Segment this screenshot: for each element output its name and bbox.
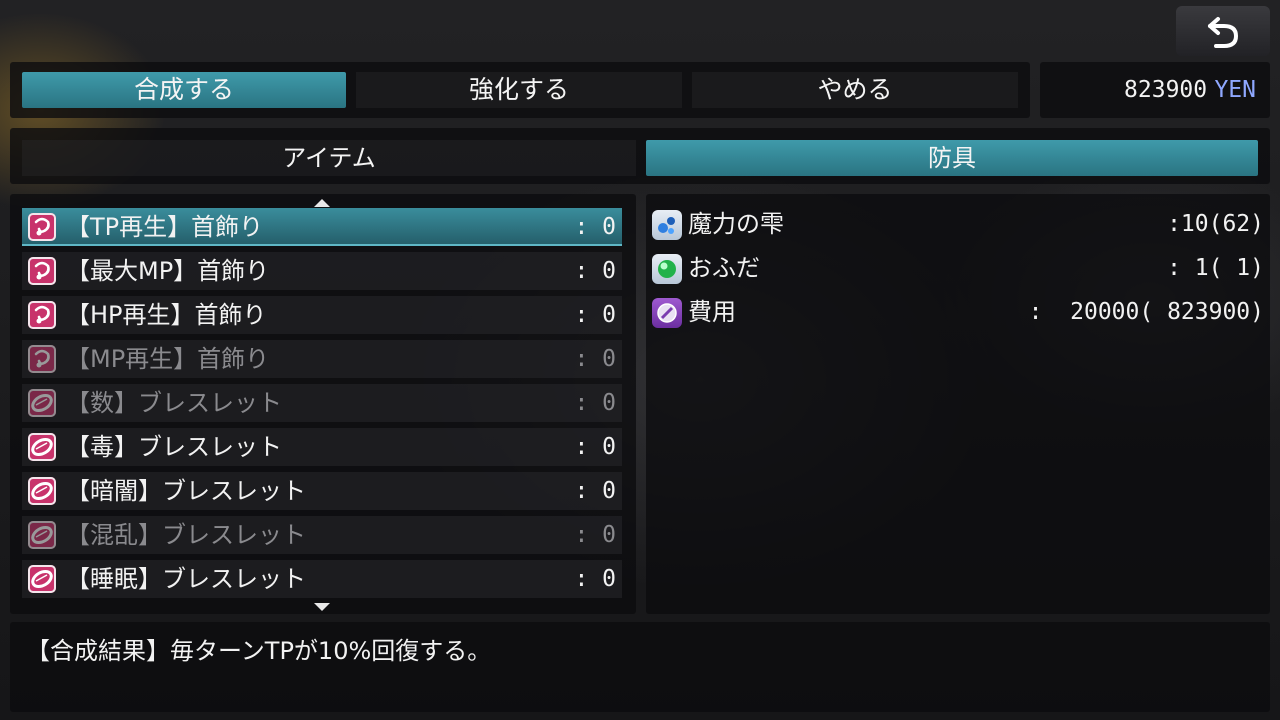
tab-armor[interactable]: 防具	[646, 140, 1258, 176]
item-name: 【毒】ブレスレット	[66, 433, 282, 461]
list-item[interactable]: 【暗闇】ブレスレット : 0	[22, 472, 622, 510]
bracelet-icon	[28, 477, 56, 505]
material-row: 費用 : 20000( 823900)	[652, 292, 1264, 332]
bracelet-icon	[28, 389, 56, 417]
bracelet-icon	[28, 433, 56, 461]
bracelet-icon	[28, 565, 56, 593]
material-row: 魔力の雫 :10(62)	[652, 204, 1264, 244]
item-count: : 0	[574, 566, 616, 592]
item-name: 【暗闇】ブレスレット	[66, 477, 306, 505]
scroll-down-arrow[interactable]	[314, 603, 330, 611]
item-count: : 0	[574, 302, 616, 328]
item-name: 【MP再生】首飾り	[66, 345, 270, 373]
material-value: : 1( 1)	[1167, 255, 1264, 281]
material-name: 魔力の雫	[688, 210, 784, 238]
list-item[interactable]: 【混乱】ブレスレット : 0	[22, 516, 622, 554]
item-count: : 0	[574, 214, 616, 240]
enhance-command[interactable]: 強化する	[356, 72, 682, 108]
necklace-icon	[28, 213, 56, 241]
item-name: 【数】ブレスレット	[66, 389, 282, 417]
back-button[interactable]	[1176, 6, 1270, 56]
item-count: : 0	[574, 390, 616, 416]
item-count: : 0	[574, 434, 616, 460]
item-count: : 0	[574, 478, 616, 504]
necklace-icon	[28, 257, 56, 285]
item-name: 【睡眠】ブレスレット	[66, 565, 306, 593]
item-count: : 0	[574, 522, 616, 548]
item-name: 【HP再生】首飾り	[66, 301, 267, 329]
material-row: おふだ : 1( 1)	[652, 248, 1264, 288]
list-item[interactable]: 【HP再生】首飾り : 0	[22, 296, 622, 334]
necklace-icon	[28, 345, 56, 373]
gold-amount: 823900	[1124, 77, 1208, 103]
material-value: : 20000( 823900)	[1028, 299, 1264, 325]
compose-command[interactable]: 合成する	[22, 72, 346, 108]
item-count: : 0	[574, 258, 616, 284]
item-name: 【TP再生】首飾り	[66, 213, 264, 241]
list-item[interactable]: 【TP再生】首飾り : 0	[22, 208, 622, 246]
list-item[interactable]: 【MP再生】首飾り : 0	[22, 340, 622, 378]
necklace-icon	[28, 301, 56, 329]
magic-drop-icon	[652, 210, 682, 240]
gold-display: 823900 YEN	[1050, 72, 1256, 108]
item-description: 【合成結果】毎ターンTPが10%回復する。	[26, 637, 492, 665]
list-item[interactable]: 【毒】ブレスレット : 0	[22, 428, 622, 466]
gold-unit: YEN	[1214, 77, 1256, 103]
item-name: 【混乱】ブレスレット	[66, 521, 306, 549]
back-arrow-icon	[1208, 17, 1239, 48]
material-value: :10(62)	[1167, 211, 1264, 237]
material-name: おふだ	[688, 254, 760, 282]
green-orb-icon	[652, 254, 682, 284]
cancel-command[interactable]: やめる	[692, 72, 1018, 108]
list-item[interactable]: 【数】ブレスレット : 0	[22, 384, 622, 422]
list-item[interactable]: 【睡眠】ブレスレット : 0	[22, 560, 622, 598]
coin-icon	[652, 298, 682, 328]
tab-items[interactable]: アイテム	[22, 140, 636, 176]
material-name: 費用	[688, 298, 736, 326]
list-item[interactable]: 【最大MP】首飾り : 0	[22, 252, 622, 290]
item-count: : 0	[574, 346, 616, 372]
scroll-up-arrow[interactable]	[314, 199, 330, 207]
item-name: 【最大MP】首飾り	[66, 257, 270, 285]
bracelet-icon	[28, 521, 56, 549]
